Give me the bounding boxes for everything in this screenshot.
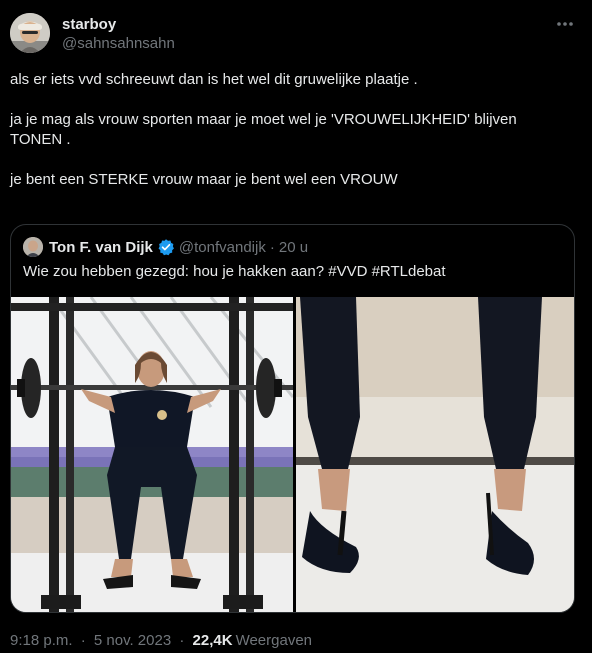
quote-handle[interactable]: @tonfvandijk (179, 239, 266, 256)
quote-timestamp[interactable]: 20 u (279, 239, 308, 256)
verified-badge-icon (158, 239, 174, 256)
more-icon[interactable] (554, 15, 576, 33)
media-image-squat[interactable] (11, 297, 293, 612)
quoted-tweet[interactable]: Ton F. van Dijk @tonfvandijk · 20 u Wie … (10, 224, 575, 613)
tweet-paragraph: je bent een STERKE vrouw maar je bent we… (10, 171, 398, 188)
media-image-heels-closeup[interactable] (296, 297, 574, 612)
tweet-paragraph: als er iets vvd schreeuwt dan is het wel… (10, 71, 418, 88)
display-name[interactable]: starboy (62, 16, 175, 34)
post-date[interactable]: 5 nov. 2023 (94, 632, 171, 649)
post-time[interactable]: 9:18 p.m. (10, 632, 73, 649)
views-count: 22,4K (192, 632, 233, 649)
user-handle[interactable]: @sahnsahnsahn (62, 34, 175, 54)
avatar[interactable] (10, 13, 50, 53)
quote-text: Wie zou hebben gezegd: hou je hakken aan… (23, 263, 446, 280)
tweet-meta: 9:18 p.m. · 5 nov. 2023 · 22,4K Weergaven (10, 631, 312, 651)
tweet-text: als er iets vvd schreeuwt dan is het wel… (10, 70, 570, 190)
quote-media[interactable] (11, 297, 574, 612)
tweet-paragraph: ja je mag als vrouw sporten maar je moet… (10, 111, 517, 148)
separator-dot: · (179, 632, 185, 649)
tweet-header: starboy @sahnsahnsahn (10, 13, 582, 55)
separator-dot: · (80, 632, 86, 649)
quote-header: Ton F. van Dijk @tonfvandijk · 20 u (23, 237, 308, 257)
quote-display-name[interactable]: Ton F. van Dijk (49, 239, 153, 256)
views-label: Weergaven (235, 632, 312, 649)
quote-avatar[interactable] (23, 237, 43, 257)
separator-dot: · (269, 238, 275, 256)
